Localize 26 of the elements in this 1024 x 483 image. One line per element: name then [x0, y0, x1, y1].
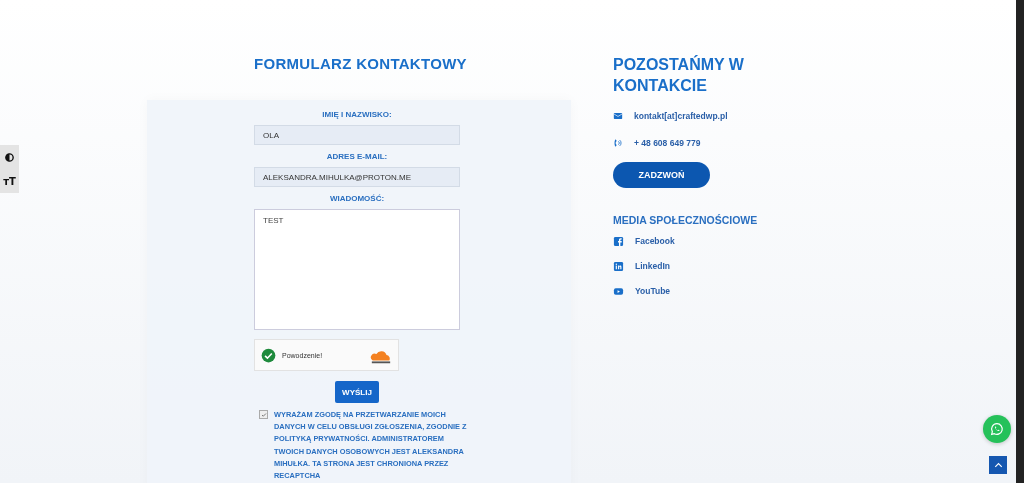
field-label: ADRES E-MAIL: [326, 152, 388, 161]
email-text: kontakt[at]craftedwp.pl [634, 110, 728, 121]
field-label: IMIĘ I NAZWISKO: [322, 110, 392, 119]
message-field[interactable]: TEST [254, 209, 460, 330]
chat-bubble-icon [989, 421, 1005, 437]
input-field[interactable]: ALEKSANDRA.MIHULKA@PROTON.ME [254, 167, 460, 187]
consent-checkbox[interactable] [259, 410, 268, 419]
input-field[interactable]: OLA [254, 125, 460, 145]
field-label: WIADOMOŚĆ: [329, 194, 385, 203]
phone-icon [613, 137, 623, 148]
facebook-icon [613, 235, 624, 247]
form-title: FORMULARZ KONTAKTOWY [254, 55, 468, 74]
social-link[interactable]: Facebook [635, 236, 675, 247]
phone-text: + 48 608 649 779 [634, 137, 701, 148]
contrast-icon [4, 151, 15, 163]
section-subtitle: MEDIA SPOŁECZNOŚCIOWE [613, 213, 758, 226]
submit-button[interactable]: WYŚLIJ [335, 381, 379, 403]
call-button[interactable]: ZADZWOŃ [613, 161, 710, 188]
checkmark-icon [260, 411, 267, 418]
envelope-icon [613, 110, 623, 121]
scroll-top-button[interactable] [989, 456, 1007, 474]
youtube-icon [613, 285, 624, 297]
linkedin-icon [613, 260, 624, 272]
social-link[interactable]: YouTube [635, 286, 671, 297]
social-link[interactable]: LinkedIn [635, 261, 670, 272]
section-title: POZOSTAŃMY W KONTAKCIE [613, 55, 745, 96]
